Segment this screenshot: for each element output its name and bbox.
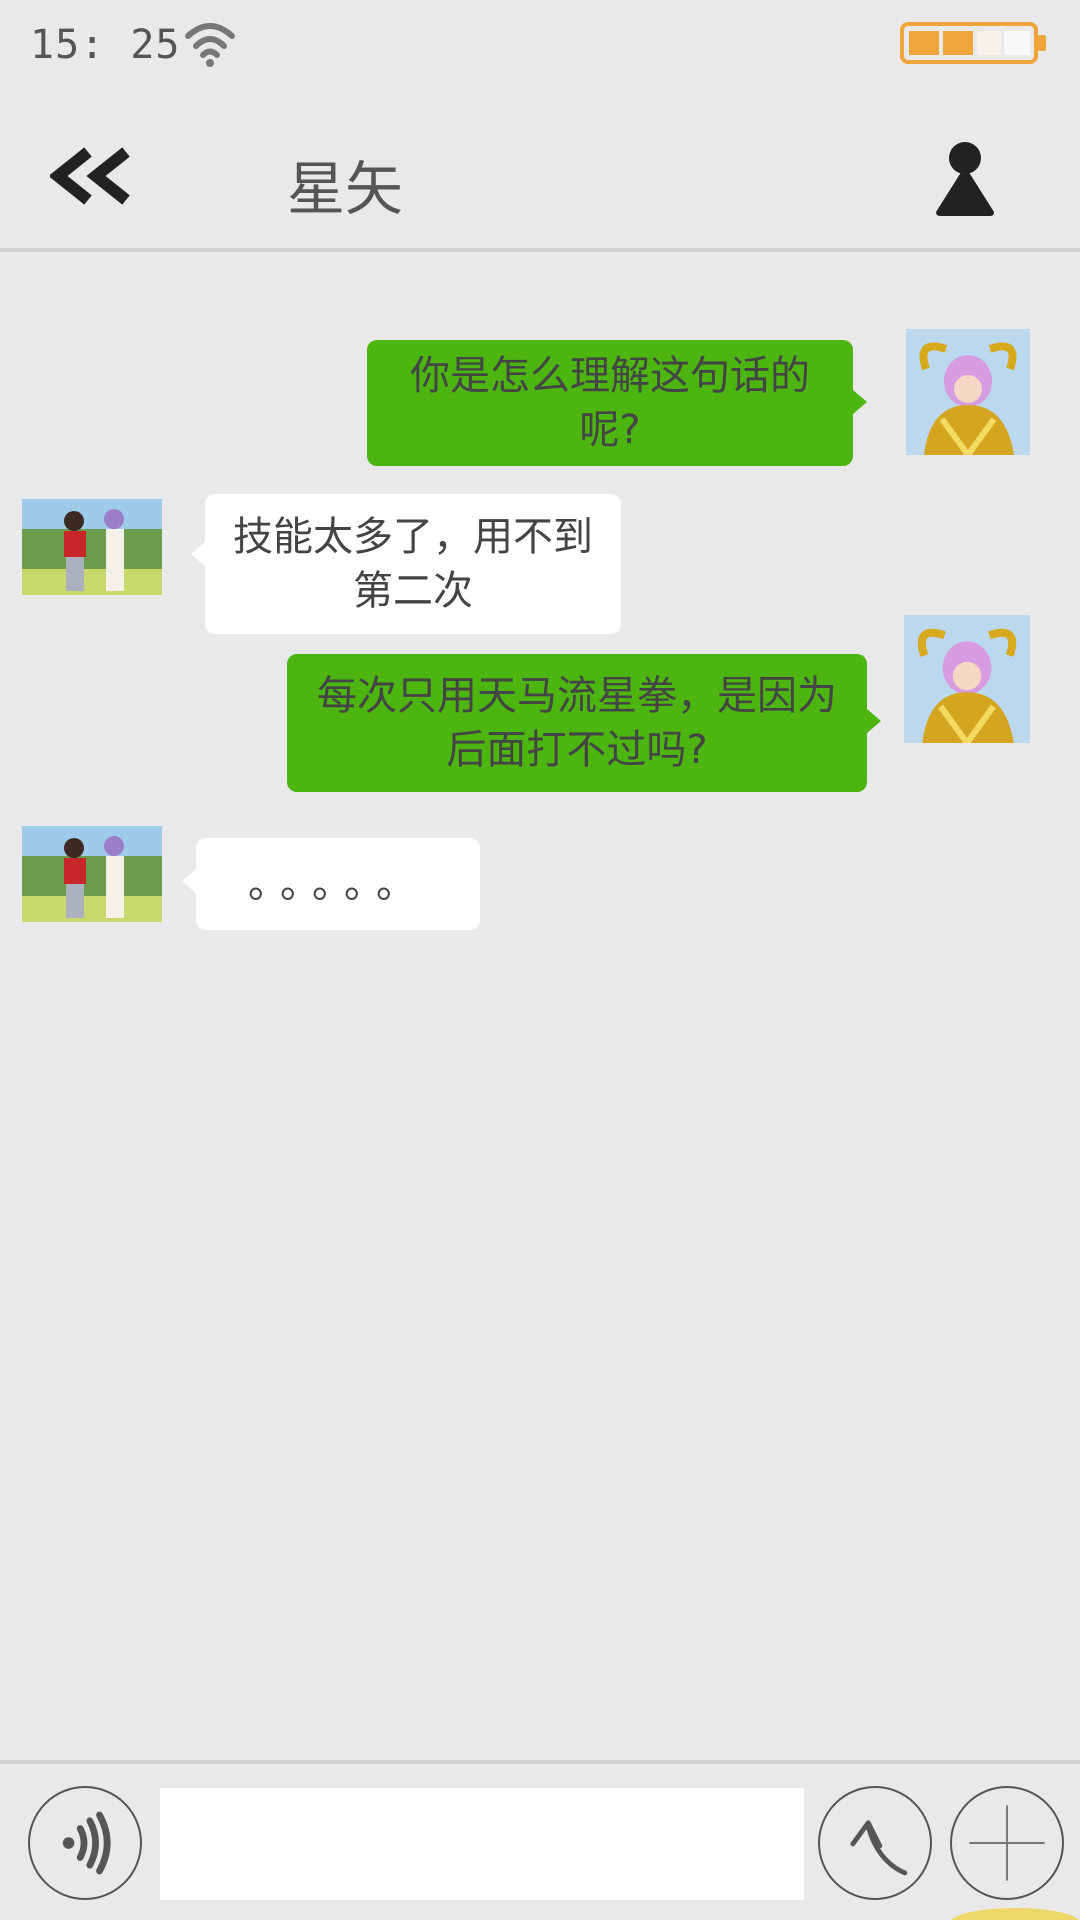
status-time: 15: 25 xyxy=(30,22,181,68)
message-bubble-sent[interactable]: 你是怎么理解这句话的 呢? xyxy=(367,340,867,466)
message-list: 你是怎么理解这句话的 呢? 技能太多了，用不到 第二次 每次只用天马流星拳，是因… xyxy=(0,256,1080,1756)
profile-button[interactable] xyxy=(930,140,1000,216)
my-avatar[interactable] xyxy=(906,329,1030,455)
wifi-icon xyxy=(185,23,235,67)
input-bar xyxy=(0,1760,1080,1920)
battery-icon xyxy=(900,22,1046,64)
message-text-line: 。。。。。 xyxy=(248,861,428,907)
message-bubble-received[interactable]: 技能太多了，用不到 第二次 xyxy=(191,494,621,634)
message-text-line: 技能太多了，用不到 xyxy=(233,514,593,560)
message-text-line: 每次只用天马流星拳，是因为 xyxy=(317,673,837,719)
send-button[interactable] xyxy=(818,1786,932,1900)
chat-title: 星矢 xyxy=(287,155,404,223)
voice-icon xyxy=(62,1811,111,1875)
app-header: 星矢 xyxy=(0,96,1080,252)
contact-avatar-image xyxy=(22,826,162,922)
message-bubble-sent[interactable]: 每次只用天马流星拳，是因为 后面打不过吗? xyxy=(287,654,881,792)
my-avatar[interactable] xyxy=(904,615,1030,743)
plus-button[interactable] xyxy=(950,1786,1064,1900)
chat-screen: 15: 25 星矢 你是怎么理解这句话的 呢? 技能太多了，用不到 第二次 每次… xyxy=(0,0,1080,1920)
gold-armor-avatar-image xyxy=(906,329,1030,455)
contact-avatar[interactable] xyxy=(22,499,162,595)
person-icon xyxy=(936,142,994,216)
message-input[interactable] xyxy=(160,1788,804,1900)
double-chevron-left-icon xyxy=(50,147,130,205)
voice-button[interactable] xyxy=(28,1786,142,1900)
back-button[interactable] xyxy=(50,146,136,206)
message-bubble-received[interactable]: 。。。。。 xyxy=(182,838,480,930)
send-icon xyxy=(850,1820,908,1876)
message-text-line: 呢? xyxy=(579,407,641,453)
status-bar: 15: 25 xyxy=(0,0,1080,96)
message-text-line: 后面打不过吗? xyxy=(446,727,708,773)
plus-icon xyxy=(969,1805,1045,1881)
message-text-line: 你是怎么理解这句话的 xyxy=(410,353,810,399)
message-text-line: 第二次 xyxy=(353,568,473,614)
contact-avatar-image xyxy=(22,499,162,595)
gold-armor-avatar-image xyxy=(904,615,1030,743)
contact-avatar[interactable] xyxy=(22,826,162,922)
